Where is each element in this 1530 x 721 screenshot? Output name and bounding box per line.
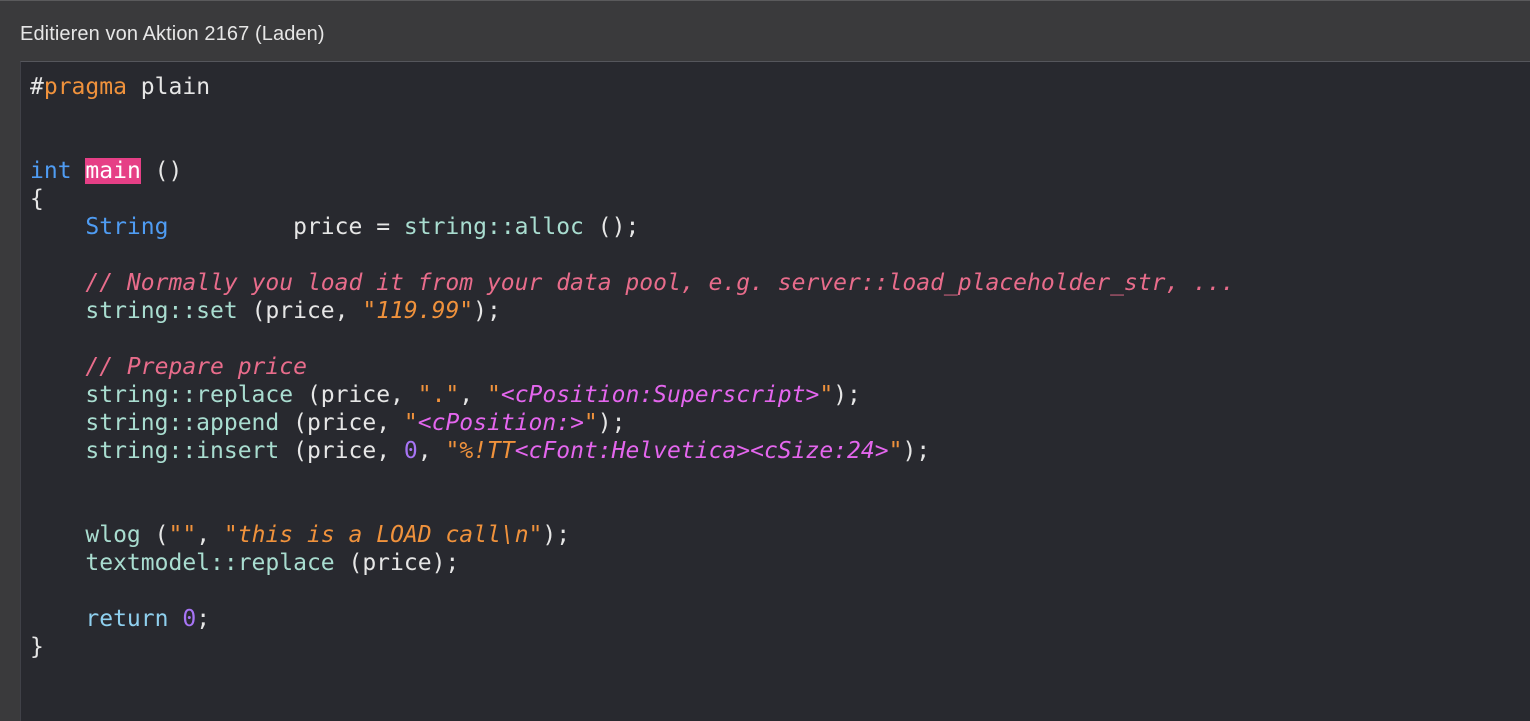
code-line[interactable] [30, 129, 1235, 157]
tag-token: <cFont:Helvetica><cSize:24> [514, 438, 889, 464]
quote-token: " [445, 438, 460, 464]
function-token: string::replace [85, 382, 294, 408]
string-token: %!TT [459, 438, 515, 464]
code-line[interactable]: return 0; [30, 605, 1235, 633]
string-token: 119.99 [376, 298, 460, 324]
quote-token: " [819, 382, 834, 408]
code-text: ); [597, 410, 626, 436]
function-token: string::append [85, 410, 280, 436]
preprocessor-hash: # [30, 74, 44, 100]
edit-action-window: Editieren von Aktion 2167 (Laden) #pragm… [0, 0, 1530, 721]
code-line[interactable]: wlog ("", "this is a LOAD call\n"); [30, 521, 1235, 549]
identifier-token: (price, [279, 438, 404, 464]
code-text: ); [473, 298, 501, 324]
preprocessor-directive: pragma [43, 74, 127, 100]
code-text: plain [126, 74, 211, 100]
tag-token: <cPosition:> [417, 410, 584, 436]
quote-token: " [223, 522, 238, 548]
code-line[interactable]: String price = string::alloc (); [30, 213, 1235, 241]
code-line[interactable] [30, 101, 1235, 129]
code-line[interactable]: string::replace (price, ".", "<cPosition… [30, 381, 1235, 409]
code-text: } [30, 634, 44, 660]
comment-token: // Normally you load it from your data p… [85, 270, 1235, 296]
identifier-token: (price, [293, 382, 418, 408]
quote-token: " [528, 522, 543, 548]
code-text: , [417, 438, 446, 464]
comment-token: // Prepare price [85, 354, 307, 380]
code-text: , [196, 522, 224, 548]
function-token: string::alloc [403, 214, 584, 240]
quote-token: " [459, 298, 474, 324]
code-line[interactable]: #pragma plain [30, 73, 1235, 101]
code-content[interactable]: #pragma plain int main (){ String price =… [30, 73, 1235, 661]
tag-token: <cPosition:Superscript> [500, 382, 820, 408]
identifier-token: (price, [279, 410, 404, 436]
quote-token: "" [168, 522, 197, 548]
dialog-title: Editieren von Aktion 2167 (Laden) [20, 23, 325, 45]
quote-token: " [403, 410, 418, 436]
highlighted-match: main [85, 158, 141, 184]
code-editor[interactable]: #pragma plain int main (){ String price =… [20, 61, 1530, 721]
code-text: ); [542, 522, 571, 548]
code-text: (); [583, 214, 640, 240]
code-text: , [459, 382, 487, 408]
function-token: wlog [85, 522, 141, 548]
number-token: 0 [403, 438, 418, 464]
function-token: string::set [85, 298, 238, 324]
code-line[interactable]: // Normally you load it from your data p… [30, 269, 1235, 297]
quote-token: " [486, 382, 501, 408]
code-line[interactable]: string::set (price, "119.99"); [30, 297, 1235, 325]
keyword-token: String [85, 214, 169, 240]
identifier-token: (price); [334, 550, 460, 576]
function-token: textmodel::replace [85, 550, 335, 576]
code-line[interactable]: } [30, 633, 1235, 661]
identifier-token: (price, [237, 298, 363, 324]
code-line[interactable]: int main () [30, 157, 1235, 185]
code-line[interactable]: // Prepare price [30, 353, 1235, 381]
code-text: ); [833, 382, 861, 408]
code-line[interactable]: string::append (price, "<cPosition:>"); [30, 409, 1235, 437]
code-text: { [30, 186, 44, 212]
keyword-token: int [30, 158, 72, 184]
code-line[interactable] [30, 241, 1235, 269]
code-text: ); [902, 438, 931, 464]
code-line[interactable]: { [30, 185, 1235, 213]
code-line[interactable]: string::insert (price, 0, "%!TT<cFont:He… [30, 437, 1235, 465]
code-text: ; [196, 606, 211, 632]
code-line[interactable] [30, 493, 1235, 521]
code-text: ( [140, 522, 169, 548]
code-line[interactable] [30, 465, 1235, 493]
identifier-token: price = [168, 214, 404, 240]
number-token: 0 [182, 606, 197, 632]
code-text: () [140, 158, 183, 184]
function-token: string::insert [85, 438, 280, 464]
code-line[interactable] [30, 577, 1235, 605]
quote-token: " [362, 298, 377, 324]
quote-token: " [888, 438, 903, 464]
quote-token: " [583, 410, 598, 436]
string-token: this is a LOAD call\n [237, 522, 529, 548]
quote-token: "." [417, 382, 460, 408]
code-line[interactable]: textmodel::replace (price); [30, 549, 1235, 577]
return-keyword: return [85, 606, 169, 632]
code-line[interactable] [30, 325, 1235, 353]
